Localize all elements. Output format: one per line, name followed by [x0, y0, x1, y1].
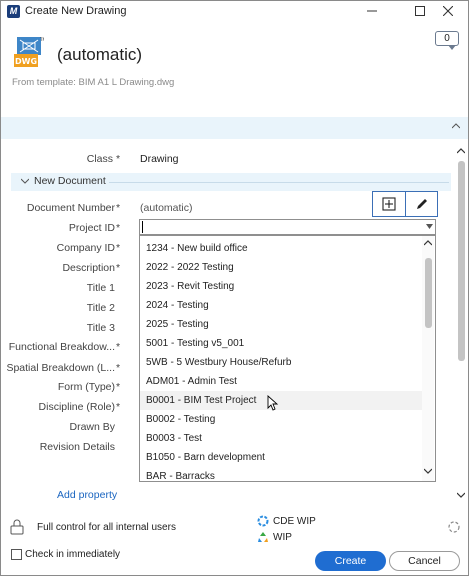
lock-icon[interactable]: [10, 519, 24, 535]
field-label: Title 3: [86, 322, 115, 334]
dropdown-option[interactable]: 2022 - 2022 Testing: [140, 258, 422, 277]
maximize-icon: [415, 6, 425, 16]
dropdown-option[interactable]: 2024 - Testing: [140, 296, 422, 315]
dropdown-option[interactable]: 5WB - 5 Westbury House/Refurb: [140, 353, 422, 372]
pencil-icon: [417, 199, 427, 209]
field-label: Title 1: [86, 282, 115, 294]
project-id-dropdown-list: 1234 - New build office 2022 - 2022 Testi…: [139, 235, 436, 482]
document-header: DWG TM (automatic) From template: BIM A1…: [1, 23, 468, 117]
field-label: Document Number: [26, 202, 115, 214]
workflow-2-label: WIP: [273, 532, 292, 543]
close-icon: [442, 5, 454, 17]
dwg-file-icon: DWG TM: [14, 37, 46, 69]
document-name-heading: (automatic): [57, 45, 143, 64]
app-logo-icon: M: [7, 5, 20, 18]
dropdown-option[interactable]: B1050 - Barn development: [140, 448, 422, 467]
dropdown-scroll-thumb[interactable]: [425, 258, 432, 328]
required-marker: *: [116, 262, 121, 274]
class-label: Class: [86, 153, 113, 165]
project-id-combobox[interactable]: [139, 219, 436, 235]
template-source: From template: BIM A1 L Drawing.dwg: [12, 77, 175, 88]
dropdown-option[interactable]: 5001 - Testing v5_001: [140, 334, 422, 353]
field-label: Project ID: [68, 222, 115, 234]
workflow-cycle-icon: [257, 515, 269, 527]
workflow-1-label: CDE WIP: [273, 516, 316, 527]
field-label: Company ID: [56, 242, 115, 254]
cancel-button[interactable]: Cancel: [389, 551, 460, 571]
dropdown-option[interactable]: BAR - Barracks: [140, 467, 422, 481]
required-marker: *: [116, 381, 121, 393]
dropdown-option[interactable]: ADM01 - Admin Test: [140, 372, 422, 391]
dialog-footer: Full control for all internal users CDE …: [1, 511, 468, 575]
title-bar: M Create New Drawing: [1, 1, 468, 23]
field-label: Description: [62, 262, 115, 274]
dropdown-option[interactable]: B0003 - Test: [140, 429, 422, 448]
scroll-up-icon[interactable]: [457, 147, 465, 155]
field-row: Document Number * (automatic): [1, 200, 361, 218]
scroll-up-icon[interactable]: [424, 240, 432, 246]
dropdown-option[interactable]: 2023 - Revit Testing: [140, 277, 422, 296]
section-divider: [109, 182, 449, 183]
required-marker: *: [116, 362, 121, 374]
edit-number-button[interactable]: [406, 192, 438, 216]
panel-scroll-thumb[interactable]: [458, 161, 465, 361]
field-label: Title 2: [86, 302, 115, 314]
dropdown-scrollbar[interactable]: [422, 236, 434, 481]
check-in-label: Check in immediately: [25, 549, 121, 560]
panel-scrollbar[interactable]: [455, 139, 467, 511]
window-title: Create New Drawing: [25, 5, 127, 17]
close-window-button[interactable]: [429, 1, 467, 23]
field-label: Functional Breakdow...: [8, 341, 115, 353]
field-label: Drawn By: [69, 421, 115, 433]
section-title: New Document: [34, 175, 106, 187]
add-number-button[interactable]: [373, 192, 405, 216]
field-label: Spatial Breakdown (L...: [6, 362, 115, 374]
create-button[interactable]: Create: [315, 551, 386, 571]
permissions-text[interactable]: Full control for all internal users: [37, 522, 176, 533]
dropdown-option[interactable]: B0002 - Testing: [140, 410, 422, 429]
svg-text:DWG: DWG: [15, 57, 37, 66]
number-tools: [372, 191, 438, 217]
add-property-link[interactable]: Add property: [57, 489, 117, 501]
required-marker: *: [116, 153, 121, 165]
required-marker: *: [116, 202, 121, 214]
dropdown-arrow-icon[interactable]: [426, 224, 433, 229]
required-marker: *: [116, 242, 121, 254]
minimize-icon: [367, 10, 377, 12]
properties-panel: Class * Drawing New Document Document Nu…: [1, 139, 468, 511]
comment-count-badge[interactable]: 0: [435, 31, 459, 50]
svg-text:TM: TM: [39, 37, 44, 42]
create-new-drawing-dialog: M Create New Drawing DWG TM (automatic) …: [0, 0, 469, 576]
field-label: Revision Details: [39, 441, 115, 453]
class-row: Class * Drawing: [1, 151, 361, 169]
class-value[interactable]: Drawing: [140, 153, 179, 165]
field-label: Discipline (Role): [38, 401, 115, 413]
text-caret: [142, 221, 143, 233]
scroll-down-icon[interactable]: [457, 491, 465, 499]
state-transition-icon[interactable]: [447, 520, 461, 534]
new-document-section-header[interactable]: New Document: [11, 173, 451, 191]
mouse-pointer-icon: [267, 395, 279, 411]
chevron-up-icon[interactable]: [452, 123, 460, 129]
chevron-down-icon: [21, 178, 29, 184]
dropdown-option[interactable]: 2025 - Testing: [140, 315, 422, 334]
required-marker: *: [116, 401, 121, 413]
dropdown-option[interactable]: 1234 - New build office: [140, 239, 422, 258]
required-marker: *: [116, 222, 121, 234]
required-marker: *: [116, 341, 121, 353]
scroll-down-icon[interactable]: [424, 468, 432, 474]
recycle-state-icon: [258, 532, 268, 542]
metadata-card-band: [1, 117, 468, 139]
check-in-checkbox[interactable]: [11, 549, 22, 560]
field-value[interactable]: (automatic): [140, 202, 193, 214]
plus-box-icon: [382, 197, 396, 211]
dropdown-option[interactable]: B0001 - BIM Test Project: [140, 391, 422, 410]
minimize-button[interactable]: [353, 1, 391, 23]
field-label: Form (Type): [57, 381, 115, 393]
